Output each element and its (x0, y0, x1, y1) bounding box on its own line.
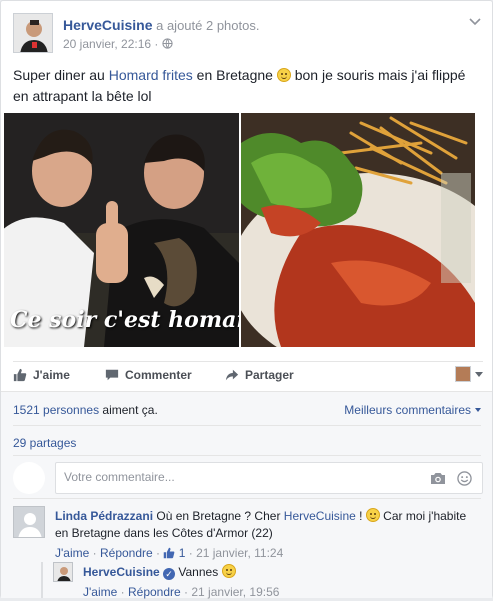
share-label: Partager (245, 368, 294, 382)
dot-separator: · (152, 546, 164, 560)
author-name-link[interactable]: HerveCuisine (63, 17, 152, 33)
like-button[interactable]: J'aime (13, 368, 70, 382)
smile-emoji-icon (276, 68, 291, 82)
composer-avatar (13, 462, 45, 494)
likes-text: aiment ça. (99, 403, 158, 417)
thumbs-up-icon (164, 547, 175, 559)
smile-emoji-icon (221, 564, 236, 578)
commenter-avatar[interactable] (13, 506, 45, 538)
divider (13, 498, 481, 499)
reply-author-link[interactable]: HerveCuisine (83, 565, 160, 579)
reply-body: HerveCuisine ✓ Vannes J'aime · Répondre … (83, 562, 463, 601)
post-meta: 20 janvier, 22:16 · (63, 37, 173, 51)
likes-summary: 1521 personnes aiment ça. Meilleurs comm… (13, 403, 481, 417)
photo-caption: Ce soir c'est homard ! (10, 307, 239, 333)
comment-label: Commenter (125, 368, 192, 382)
caret-down-icon (475, 371, 483, 377)
reply-item: HerveCuisine ✓ Vannes J'aime · Répondre … (41, 562, 471, 601)
hashtag-link-frites[interactable]: frites (162, 67, 192, 83)
dot-separator: · (117, 585, 128, 599)
meta-separator: · (154, 37, 159, 51)
photo-grid: Ce soir c'est homard ! (4, 113, 492, 347)
photo-two-men-thumbs-up[interactable]: Ce soir c'est homard ! (4, 113, 239, 347)
reply-timestamp[interactable]: 21 janvier, 19:56 (191, 585, 279, 599)
comment-like-link[interactable]: J'aime (55, 546, 89, 560)
default-avatar-icon (14, 507, 44, 537)
divider (13, 455, 481, 456)
camera-icon[interactable] (430, 471, 446, 485)
comment-text-part: Où en Bretagne ? Cher (153, 509, 284, 523)
post-options-chevron-icon[interactable] (467, 15, 483, 31)
comment-timestamp[interactable]: 21 janvier, 11:24 (196, 546, 283, 560)
comment-body: Linda Pédrazzani Où en Bretagne ? Cher H… (55, 506, 481, 562)
comment-input[interactable] (64, 470, 404, 484)
dot-separator: · (89, 546, 100, 560)
comment-footer: J'aime · Répondre · 1 · 21 janvier, 11:2… (55, 545, 481, 562)
comment-reply-link[interactable]: Répondre (100, 546, 153, 560)
emoji-icon[interactable] (457, 471, 472, 486)
dot-separator: · (180, 585, 192, 599)
thumbs-up-icon (13, 368, 27, 382)
viewer-avatar (455, 366, 471, 382)
post-as-selector[interactable] (455, 366, 483, 382)
reply-text-content: Vannes (178, 565, 222, 579)
post-header: HerveCuisine a ajouté 2 photos. 20 janvi… (13, 13, 483, 55)
comment-sort-dropdown[interactable]: Meilleurs commentaires (344, 403, 481, 417)
reply-footer: J'aime · Répondre · 21 janvier, 19:56 (83, 584, 463, 601)
post-action-bar: J'aime Commenter Partager (13, 361, 483, 389)
reply-text: HerveCuisine ✓ Vannes (83, 562, 463, 581)
comment-input-box (55, 462, 483, 494)
reply-reply-link[interactable]: Répondre (128, 585, 181, 599)
like-label: J'aime (33, 368, 70, 382)
hashtag-link-homard[interactable]: Homard (109, 67, 159, 83)
smile-emoji-icon (365, 508, 380, 522)
post-timestamp[interactable]: 20 janvier, 22:16 (63, 37, 151, 51)
dot-separator: · (185, 546, 197, 560)
post-text: Super diner au Homard frites en Bretagne… (13, 65, 483, 107)
comment-composer (13, 462, 483, 494)
photo-lobster-fries-plate[interactable] (241, 113, 475, 347)
reply-author-avatar[interactable] (53, 562, 73, 582)
post-action-text: a ajouté 2 photos. (156, 18, 260, 33)
feedback-section: 1521 personnes aiment ça. Meilleurs comm… (1, 391, 492, 601)
reply-like-link[interactable]: J'aime (83, 585, 117, 599)
reply-avatar-photo (54, 563, 72, 581)
author-avatar[interactable] (13, 13, 53, 53)
shares-count-link[interactable]: 29 partages (13, 436, 76, 450)
author-avatar-photo (14, 14, 52, 52)
verified-badge-icon: ✓ (163, 568, 176, 580)
comment-text: Linda Pédrazzani Où en Bretagne ? Cher H… (55, 506, 481, 542)
likes-count-link[interactable]: 1521 personnes (13, 403, 99, 417)
comment-text-part: ! (355, 509, 366, 523)
mention-link[interactable]: HerveCuisine (284, 509, 356, 523)
globe-icon[interactable] (162, 38, 173, 49)
post-text-part: en Bretagne (192, 67, 277, 83)
post-card: HerveCuisine a ajouté 2 photos. 20 janvi… (0, 0, 493, 601)
post-title-line: HerveCuisine a ajouté 2 photos. (63, 17, 259, 33)
share-arrow-icon (225, 369, 239, 381)
comment-author-link[interactable]: Linda Pédrazzani (55, 509, 153, 523)
photo2-illustration (241, 113, 475, 347)
share-button[interactable]: Partager (225, 368, 294, 382)
post-text-part: Super diner au (13, 67, 109, 83)
comment-button[interactable]: Commenter (105, 368, 192, 382)
comment-icon (105, 369, 119, 381)
divider (13, 425, 481, 426)
